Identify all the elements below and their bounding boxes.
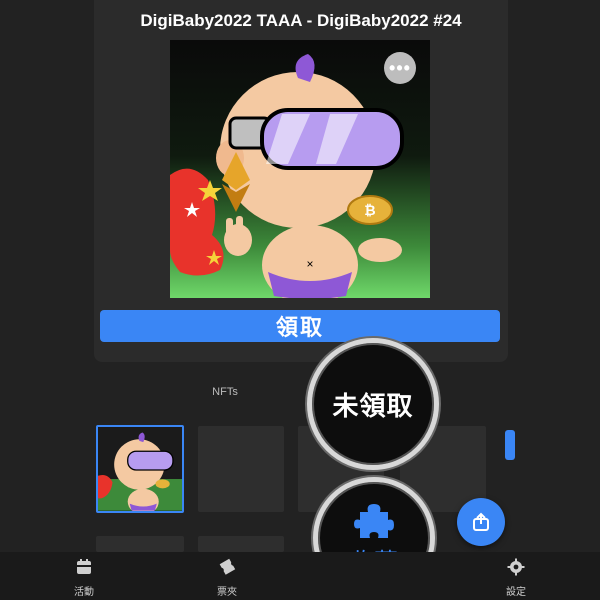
share-button[interactable]	[457, 498, 505, 546]
bottom-nav: 活動 票夾 設定	[0, 552, 600, 600]
scrollbar-thumb[interactable]	[505, 430, 515, 460]
svg-text:×: ×	[306, 257, 313, 271]
nav-item-tickets[interactable]: 票夾	[197, 558, 257, 598]
nft-title: DigiBaby2022 TAAA - DigiBaby2022 #24	[140, 11, 462, 30]
svg-text:₿: ₿	[364, 202, 375, 218]
nav-item-events[interactable]: 活動	[54, 558, 114, 598]
nft-thumbnail-selected[interactable]	[96, 425, 184, 513]
nft-thumbnail[interactable]	[198, 426, 284, 512]
unclaimed-label: 未領取	[332, 390, 414, 421]
more-options-button[interactable]: •••	[384, 52, 416, 84]
nav-item-settings[interactable]: 設定	[486, 558, 546, 598]
calendar-icon	[77, 559, 91, 574]
nft-thumbnail[interactable]	[198, 536, 284, 552]
digibaby-thumbnail-illustration	[98, 427, 182, 511]
share-icon	[473, 512, 489, 531]
nav-label-tickets: 票夾	[217, 587, 237, 598]
nfts-section-label: NFTs	[212, 386, 238, 398]
nav-label-events: 活動	[74, 587, 94, 598]
puzzle-icon	[354, 503, 394, 538]
unclaimed-filter-highlight[interactable]: 未領取	[307, 338, 439, 470]
more-horizontal-icon: •••	[389, 58, 411, 78]
ticket-icon	[219, 558, 236, 575]
claim-button[interactable]: 領取	[100, 310, 500, 342]
nft-thumbnail[interactable]	[96, 536, 184, 552]
gear-icon	[507, 558, 525, 576]
nav-label-settings: 設定	[506, 587, 526, 598]
